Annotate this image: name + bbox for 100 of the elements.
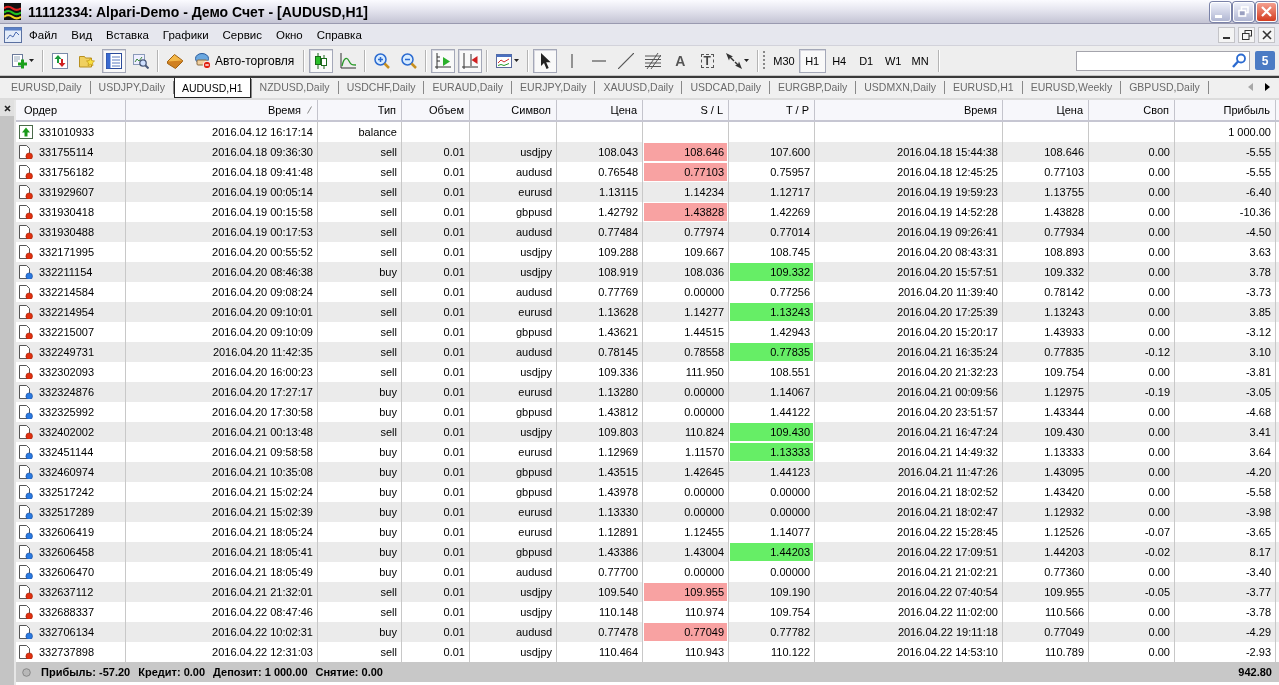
scroll-right-icon[interactable] xyxy=(1265,83,1270,91)
column-header[interactable]: Объем xyxy=(402,100,470,120)
search-icon[interactable] xyxy=(1232,53,1246,68)
table-cell: usdjpy xyxy=(470,142,557,162)
restore-icon xyxy=(1241,29,1252,40)
table-cell: 0.01 xyxy=(402,502,470,522)
vertical-line-icon xyxy=(571,53,574,68)
summary-text: Прибыль: -57.20 xyxy=(41,666,131,678)
table-cell: sell xyxy=(318,182,402,202)
text-label-button[interactable]: T xyxy=(695,48,720,73)
chart-tab[interactable]: EURUSD,Weekly xyxy=(1022,78,1121,96)
table-cell: sell xyxy=(318,142,402,162)
chart-tab[interactable]: USDJPY,Daily xyxy=(90,78,173,96)
close-button[interactable] xyxy=(1258,26,1275,43)
menu-item[interactable]: Графики xyxy=(155,26,216,43)
chart-window-icon[interactable] xyxy=(4,26,22,43)
timeframe-button[interactable]: H4 xyxy=(825,48,853,73)
close-icon[interactable] xyxy=(3,104,11,112)
table-cell: 109.955 xyxy=(1003,582,1089,602)
chart-tab[interactable]: AUDUSD,H1 xyxy=(173,78,251,98)
column-header[interactable]: Прибыль xyxy=(1175,100,1276,120)
chart-tab[interactable]: EURJPY,Daily xyxy=(512,78,595,96)
chart-tab[interactable]: GBPUSD,Daily xyxy=(1121,78,1208,96)
table-cell: 2016.04.21 18:02:47 xyxy=(815,502,1003,522)
summary-text: Депозит: 1 000.00 xyxy=(213,666,308,678)
table-cell: 1.13115 xyxy=(557,182,643,202)
timeframe-button[interactable]: M30 xyxy=(769,48,799,73)
indicator-chart-icon xyxy=(496,52,513,69)
column-header[interactable]: Тип xyxy=(318,100,402,120)
chart-tab[interactable]: NZDUSD,Daily xyxy=(251,78,338,96)
menu-item[interactable]: Сервис xyxy=(215,26,269,43)
column-header[interactable]: Время xyxy=(126,100,318,120)
table-cell: gbpusd xyxy=(470,462,557,482)
auto-trading-button[interactable]: Авто-торговля xyxy=(190,48,300,73)
table-cell: 2016.04.21 11:47:26 xyxy=(815,462,1003,482)
table-cell: 0.01 xyxy=(402,422,470,442)
chart-tab[interactable]: USDCHF,Daily xyxy=(338,78,424,96)
table-cell: 1.13243 xyxy=(1003,302,1089,322)
table-cell: 0.77782 xyxy=(729,622,815,642)
timeframe-button[interactable]: H1 xyxy=(798,48,826,73)
column-header[interactable]: Символ xyxy=(470,100,557,120)
chart-tab[interactable]: EURUSD,H1 xyxy=(945,78,1022,96)
timeframe-button[interactable]: D1 xyxy=(852,48,880,73)
chart-tab[interactable]: USDMXN,Daily xyxy=(856,78,944,96)
table-cell: buy xyxy=(318,262,402,282)
cursor-button[interactable] xyxy=(533,48,558,73)
table-cell: -4.20 xyxy=(1175,462,1276,482)
table-cell: 108.646 xyxy=(643,142,729,162)
table-cell: 108.919 xyxy=(557,262,643,282)
column-header[interactable]: Цена xyxy=(557,100,643,120)
table-cell: 331755114 xyxy=(39,146,94,158)
column-header[interactable]: S / L xyxy=(643,100,729,120)
table-cell: sell xyxy=(318,422,402,442)
menu-item[interactable]: Вставка xyxy=(99,26,156,43)
chart-tab[interactable]: USDCAD,Daily xyxy=(682,78,769,96)
chart-tab[interactable]: EURGBP,Daily xyxy=(770,78,856,96)
minimize-icon xyxy=(1223,36,1230,39)
menu-item[interactable]: Файл xyxy=(22,26,65,43)
candlestick-button[interactable] xyxy=(309,48,334,73)
column-header[interactable]: Цена xyxy=(1003,100,1089,120)
table-cell: 2016.04.21 18:05:41 xyxy=(126,542,318,562)
chart-tab[interactable]: XAUUSD,Daily xyxy=(595,78,682,96)
column-header[interactable]: Своп xyxy=(1089,100,1175,120)
table-cell: 0.77934 xyxy=(1003,222,1089,242)
circle-icon xyxy=(22,667,31,677)
table-cell: 109.430 xyxy=(729,422,815,442)
table-cell: 0.01 xyxy=(402,262,470,282)
table-cell: 2016.04.20 17:25:39 xyxy=(815,302,1003,322)
chart-shift-button[interactable] xyxy=(458,48,483,73)
column-header[interactable]: T / P xyxy=(729,100,815,120)
table-cell: 0.01 xyxy=(402,382,470,402)
document-plus-icon xyxy=(11,52,27,69)
menu-item[interactable]: Вид xyxy=(64,26,100,43)
restore-button[interactable] xyxy=(1238,26,1255,43)
table-cell: 332688337 xyxy=(39,606,95,618)
search-field[interactable] xyxy=(1076,50,1250,71)
table-cell: 0.00 xyxy=(1089,262,1175,282)
table-cell: 332215007 xyxy=(39,326,95,338)
table-cell: 0.77974 xyxy=(643,222,729,242)
table-cell: 0.00 xyxy=(1089,462,1175,482)
chart-tab[interactable]: EURAUD,Daily xyxy=(424,78,512,96)
table-cell: 1.43386 xyxy=(557,542,643,562)
table-cell: 332606419 xyxy=(39,526,95,538)
minimize-button[interactable] xyxy=(1218,26,1235,43)
timeframe-button[interactable]: MN xyxy=(906,48,934,73)
menu-item[interactable]: Окно xyxy=(268,26,310,43)
table-cell: 0.01 xyxy=(402,462,470,482)
timeframe-button[interactable]: W1 xyxy=(879,48,907,73)
auto-scroll-button[interactable] xyxy=(431,48,456,73)
terminal-button[interactable] xyxy=(102,48,126,73)
table-cell: 1.13628 xyxy=(557,302,643,322)
text-tool-button[interactable]: A xyxy=(668,48,693,73)
column-header[interactable]: Время xyxy=(815,100,1003,120)
column-header[interactable]: Ордер xyxy=(16,100,126,120)
message-badge[interactable]: 5 xyxy=(1255,51,1275,70)
chart-tab[interactable]: EURUSD,Daily xyxy=(3,78,90,96)
table-cell: 2016.04.21 00:09:56 xyxy=(815,382,1003,402)
table-cell: 1.44203 xyxy=(729,542,815,562)
table-cell: 332325992 xyxy=(39,406,95,418)
menu-item[interactable]: Справка xyxy=(309,26,369,43)
